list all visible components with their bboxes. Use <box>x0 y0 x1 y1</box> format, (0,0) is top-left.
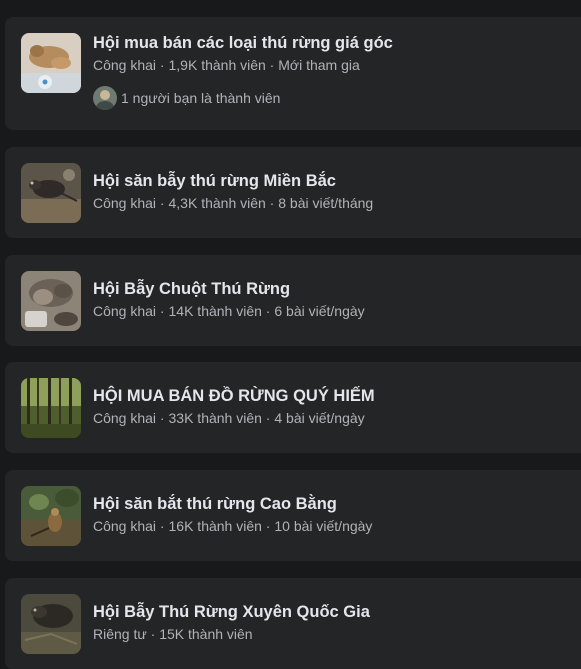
meta-separator: · <box>261 518 275 534</box>
group-member-count: 1,9K thành viên <box>168 57 266 73</box>
meta-separator: · <box>156 195 169 211</box>
group-name-link[interactable]: Hội săn bẫy thú rừng Miền Bắc <box>93 172 336 191</box>
group-card[interactable]: Hội mua bán các loại thú rừng giá góc Cô… <box>5 17 581 130</box>
meta-separator: · <box>146 626 160 642</box>
group-activity: Mới tham gia <box>278 57 360 73</box>
meta-separator: · <box>156 410 169 426</box>
group-cover-image[interactable] <box>21 163 81 223</box>
group-member-count: 16K thành viên <box>168 518 262 534</box>
meta-separator: · <box>156 518 169 534</box>
group-cover-image[interactable] <box>21 378 81 438</box>
group-cover-image[interactable] <box>21 271 81 331</box>
group-member-count: 15K thành viên <box>159 626 253 642</box>
meta-separator: · <box>261 410 275 426</box>
group-privacy: Công khai <box>93 303 157 319</box>
friend-avatar[interactable] <box>93 86 117 110</box>
group-name-link[interactable]: Hội Bẫy Thú Rừng Xuyên Quốc Gia <box>93 603 370 622</box>
group-name-link[interactable]: Hội mua bán các loại thú rừng giá góc <box>93 34 393 53</box>
meta-separator: · <box>261 303 275 319</box>
friends-members-text: 1 người bạn là thành viên <box>121 90 281 106</box>
group-name-link[interactable]: Hội Bẫy Chuột Thú Rừng <box>93 280 290 299</box>
group-cover-image[interactable] <box>21 33 81 93</box>
group-member-count: 14K thành viên <box>168 303 262 319</box>
group-card[interactable]: Hội săn bắt thú rừng Cao Bằng Công khai … <box>5 470 581 561</box>
group-card[interactable]: Hội săn bẫy thú rừng Miền Bắc Công khai … <box>5 147 581 238</box>
group-activity: 8 bài viết/tháng <box>278 195 374 211</box>
meta-separator: · <box>265 57 279 73</box>
meta-separator: · <box>156 57 169 73</box>
meta-separator: · <box>156 303 169 319</box>
group-meta: Công khai · 14K thành viên · 6 bài viết/… <box>93 303 365 319</box>
group-activity: 10 bài viết/ngày <box>274 518 373 534</box>
group-meta: Công khai · 33K thành viên · 4 bài viết/… <box>93 410 365 426</box>
group-meta: Công khai · 16K thành viên · 10 bài viết… <box>93 518 372 534</box>
group-privacy: Công khai <box>93 518 157 534</box>
group-meta: Công khai · 1,9K thành viên · Mới tham g… <box>93 57 360 73</box>
meta-separator: · <box>265 195 279 211</box>
group-card[interactable]: Hội Bẫy Chuột Thú Rừng Công khai · 14K t… <box>5 255 581 346</box>
group-privacy: Công khai <box>93 410 157 426</box>
group-member-count: 33K thành viên <box>168 410 262 426</box>
group-card[interactable]: Hội Bẫy Thú Rừng Xuyên Quốc Gia Riêng tư… <box>5 578 581 669</box>
group-name-link[interactable]: Hội săn bắt thú rừng Cao Bằng <box>93 495 337 514</box>
group-privacy: Công khai <box>93 57 157 73</box>
group-activity: 4 bài viết/ngày <box>274 410 365 426</box>
group-card[interactable]: HỘI MUA BÁN ĐỒ RỪNG QUÝ HIẾM Công khai ·… <box>5 362 581 453</box>
group-cover-image[interactable] <box>21 594 81 654</box>
group-meta: Công khai · 4,3K thành viên · 8 bài viết… <box>93 195 373 211</box>
friends-members-row: 1 người bạn là thành viên <box>93 86 280 110</box>
group-name-link[interactable]: HỘI MUA BÁN ĐỒ RỪNG QUÝ HIẾM <box>93 387 375 406</box>
group-cover-image[interactable] <box>21 486 81 546</box>
group-privacy: Riêng tư <box>93 626 147 642</box>
group-privacy: Công khai <box>93 195 157 211</box>
group-activity: 6 bài viết/ngày <box>274 303 365 319</box>
group-meta: Riêng tư · 15K thành viên <box>93 626 253 642</box>
group-member-count: 4,3K thành viên <box>168 195 266 211</box>
